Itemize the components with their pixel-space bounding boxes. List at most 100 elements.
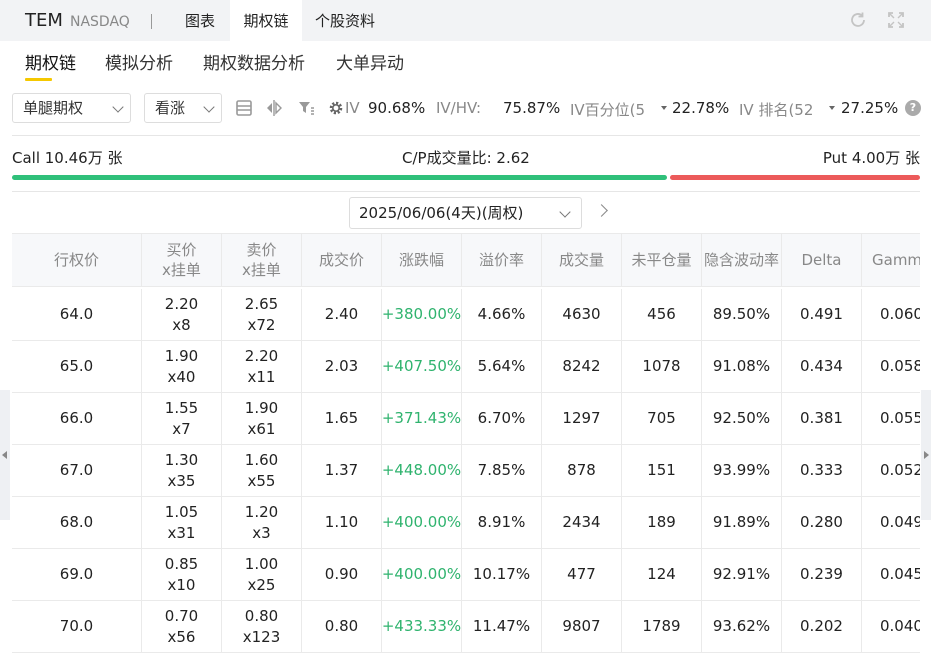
put-volume-bar (670, 175, 920, 180)
cell-col-gamma: 0.055 (880, 409, 920, 427)
ticker-symbol: TEM (25, 10, 63, 31)
expiry-value: 2025/06/06(4天)(周权) (359, 204, 524, 222)
cell-col-last: 0.80 (302, 601, 382, 652)
cell-col-last: 0.90 (302, 549, 382, 600)
cell-col-open-interest: 1789 (622, 601, 702, 652)
strategy-select[interactable]: 单腿期权 (12, 93, 131, 123)
header-col-gamma[interactable]: Gamm (862, 234, 920, 286)
cell-col-ask: 2.65 x72 (222, 289, 302, 340)
subtab-option-chain[interactable]: 期权链 (25, 49, 76, 74)
chevron-left-icon (2, 451, 7, 459)
cell-col-gamma: 0.045 (880, 565, 920, 583)
cell-col-change: +400.00% (382, 497, 462, 548)
cell-col-iv: 93.99% (702, 445, 782, 496)
cell-col-open-interest: 456 (622, 289, 702, 340)
cell-col-strike: 65.0 (12, 341, 142, 392)
cell-col-ask: 0.80 x123 (222, 601, 302, 652)
caret-down-icon[interactable] (829, 106, 835, 110)
expiry-select[interactable]: 2025/06/06(4天)(周权) (349, 197, 582, 229)
cell-col-strike: 68.0 (12, 497, 142, 548)
header-col-premium[interactable]: 溢价率 (462, 234, 542, 286)
header-col-delta[interactable]: Delta (782, 234, 862, 286)
cell-col-bid: 1.55 x7 (142, 393, 222, 444)
subtab-simulation[interactable]: 模拟分析 (105, 49, 173, 74)
cell-col-delta: 0.280 (782, 497, 862, 548)
header-col-volume[interactable]: 成交量 (542, 234, 622, 286)
cell-col-delta: 0.202 (782, 601, 862, 652)
cell-col-ask: 1.00 x25 (222, 549, 302, 600)
table-row[interactable]: 68.0 1.05 x31 1.20 x3 1.10 +400.00% 8.91% 2434… (12, 497, 920, 549)
expand-icon[interactable] (886, 10, 906, 30)
chevron-right-icon[interactable] (595, 204, 608, 217)
refresh-icon[interactable] (848, 10, 868, 30)
header-col-iv[interactable]: 隐含波动率 (702, 234, 782, 286)
cell-col-volume: 1297 (542, 393, 622, 444)
help-icon[interactable]: ? (905, 100, 921, 116)
scroll-right-button[interactable] (921, 390, 931, 520)
scroll-left-button[interactable] (0, 390, 10, 520)
cp-volume-ratio: C/P成交量比: 2.62 (402, 149, 530, 167)
iv-percentile-label[interactable]: IV百分位(5 (570, 99, 658, 120)
active-subtab-underline (25, 78, 52, 81)
table-row[interactable]: 66.0 1.55 x7 1.90 x61 1.65 +371.43% 6.70% 1297… (12, 393, 920, 445)
cell-col-change: +433.33% (382, 601, 462, 652)
cell-col-change: +400.00% (382, 549, 462, 600)
divider (12, 191, 920, 192)
cell-col-gamma: 0.040 (880, 617, 920, 635)
caret-down-icon[interactable] (661, 106, 667, 110)
cell-col-iv: 93.62% (702, 601, 782, 652)
header-col-strike[interactable]: 行权价 (12, 234, 142, 286)
header-col-open-interest[interactable]: 未平仓量 (622, 234, 702, 286)
cell-col-iv: 91.08% (702, 341, 782, 392)
tab-stock-info[interactable]: 个股资料 (302, 0, 388, 41)
cell-col-delta: 0.381 (782, 393, 862, 444)
cell-col-bid: 0.85 x10 (142, 549, 222, 600)
call-volume-bar (12, 175, 667, 180)
exchange-label: NASDAQ (70, 14, 130, 30)
direction-select[interactable]: 看涨 (144, 93, 222, 123)
cell-col-premium: 5.64% (462, 341, 542, 392)
header-col-bid[interactable]: 买价 x挂单 (142, 234, 222, 286)
header-col-change[interactable]: 涨跌幅 (382, 234, 462, 286)
cell-col-ask: 1.90 x61 (222, 393, 302, 444)
table-header: 行权价 买价 x挂单 卖价 x挂单 成交价 涨跌幅 溢价率 成交量 未平仓量 隐含波动率 Delt… (12, 233, 920, 287)
gear-icon[interactable] (327, 99, 345, 117)
tab-chart[interactable]: 图表 (170, 0, 230, 41)
cell-col-open-interest: 151 (622, 445, 702, 496)
top-bar: TEM NASDAQ 图表 期权链 个股资料 (0, 0, 931, 41)
cell-col-change: +380.00% (382, 289, 462, 340)
cell-col-delta: 0.434 (782, 341, 862, 392)
cell-col-open-interest: 124 (622, 549, 702, 600)
chevron-down-icon (112, 101, 124, 113)
tab-option-chain[interactable]: 期权链 (230, 0, 302, 41)
header-col-ask[interactable]: 卖价 x挂单 (222, 234, 302, 286)
cell-col-iv: 92.50% (702, 393, 782, 444)
table-row[interactable]: 67.0 1.30 x35 1.60 x55 1.37 +448.00% 7.85% 878… (12, 445, 920, 497)
cell-col-last: 1.37 (302, 445, 382, 496)
iv-rank-value: 27.25% (841, 99, 899, 117)
table-row[interactable]: 64.0 2.20 x8 2.65 x72 2.40 +380.00% 4.66% 4630… (12, 289, 920, 341)
subtab-option-data-analysis[interactable]: 期权数据分析 (203, 49, 305, 74)
table-row[interactable]: 69.0 0.85 x10 1.00 x25 0.90 +400.00% 10.17% 47… (12, 549, 920, 601)
cell-col-change: +371.43% (382, 393, 462, 444)
subtab-big-orders[interactable]: 大单异动 (336, 49, 404, 74)
cell-col-gamma: 0.049 (880, 513, 920, 531)
chevron-down-icon (203, 101, 215, 113)
filter-icon[interactable] (297, 99, 315, 117)
chevron-right-icon (924, 451, 929, 459)
cell-col-bid: 1.30 x35 (142, 445, 222, 496)
table-row[interactable]: 70.0 0.70 x56 0.80 x123 0.80 +433.33% 11.47% 9… (12, 601, 920, 653)
cell-col-last: 1.10 (302, 497, 382, 548)
cell-col-change: +407.50% (382, 341, 462, 392)
header-col-last[interactable]: 成交价 (302, 234, 382, 286)
cell-col-last: 1.65 (302, 393, 382, 444)
cell-col-iv: 89.50% (702, 289, 782, 340)
compare-icon[interactable] (265, 99, 283, 117)
cell-col-strike: 64.0 (12, 289, 142, 340)
divider (151, 14, 152, 29)
iv-rank-label[interactable]: IV 排名(52 (739, 99, 825, 120)
cell-col-premium: 11.47% (462, 601, 542, 652)
table-row[interactable]: 65.0 1.90 x40 2.20 x11 2.03 +407.50% 5.64% 824… (12, 341, 920, 393)
list-icon[interactable] (235, 99, 253, 117)
cell-col-iv: 92.91% (702, 549, 782, 600)
